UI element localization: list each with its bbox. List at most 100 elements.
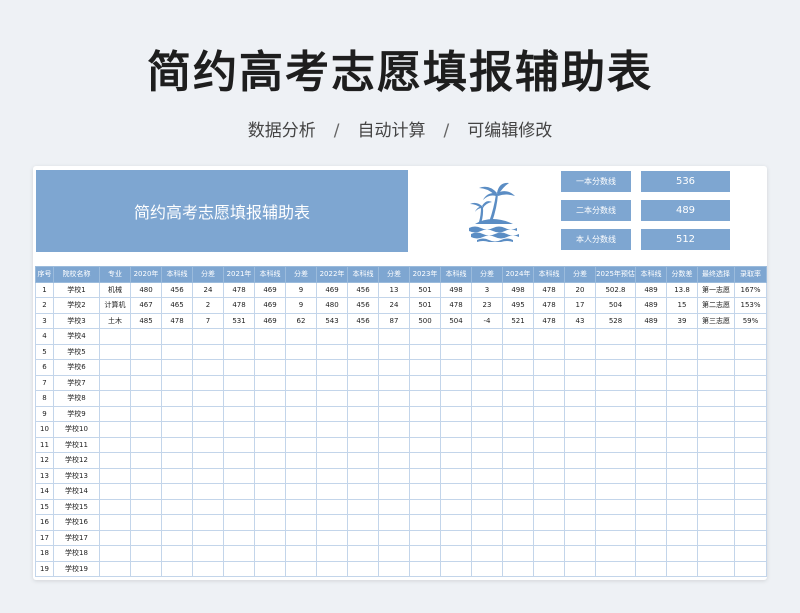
table-cell[interactable] <box>734 545 767 562</box>
table-cell[interactable] <box>316 467 348 484</box>
table-cell[interactable] <box>564 498 596 515</box>
table-cell[interactable]: 机械 <box>99 281 131 298</box>
table-cell[interactable] <box>666 467 698 484</box>
table-cell[interactable]: 531 <box>223 312 255 329</box>
table-cell[interactable] <box>254 545 286 562</box>
table-cell[interactable] <box>378 514 410 531</box>
table-cell[interactable]: 学校19 <box>53 560 100 577</box>
table-cell[interactable] <box>697 452 735 469</box>
table-cell[interactable]: 20 <box>564 281 596 298</box>
table-cell[interactable]: 489 <box>635 281 667 298</box>
table-cell[interactable] <box>347 452 379 469</box>
table-cell[interactable]: 17 <box>564 297 596 314</box>
table-cell[interactable]: 528 <box>595 312 636 329</box>
table-cell[interactable] <box>533 529 565 546</box>
table-cell[interactable] <box>254 359 286 376</box>
table-cell[interactable] <box>130 452 162 469</box>
table-cell[interactable] <box>471 405 503 422</box>
table-cell[interactable]: 489 <box>635 297 667 314</box>
table-cell[interactable] <box>223 545 255 562</box>
table-cell[interactable]: 480 <box>130 281 162 298</box>
score-label-personal[interactable]: 本人分数线 <box>561 229 631 250</box>
table-cell[interactable] <box>595 498 636 515</box>
table-cell[interactable] <box>223 514 255 531</box>
table-cell[interactable] <box>378 560 410 577</box>
table-cell[interactable] <box>378 421 410 438</box>
table-cell[interactable] <box>595 343 636 360</box>
table-cell[interactable] <box>734 390 767 407</box>
table-cell[interactable] <box>130 529 162 546</box>
column-header[interactable]: 分差 <box>192 266 224 283</box>
table-cell[interactable] <box>697 390 735 407</box>
table-cell[interactable] <box>223 498 255 515</box>
score-value-personal[interactable]: 512 <box>641 229 730 250</box>
table-cell[interactable]: 469 <box>316 281 348 298</box>
table-cell[interactable] <box>734 452 767 469</box>
table-cell[interactable] <box>409 452 441 469</box>
table-cell[interactable] <box>440 390 472 407</box>
table-cell[interactable] <box>347 529 379 546</box>
table-cell[interactable] <box>161 483 193 500</box>
table-cell[interactable]: 17 <box>35 529 54 546</box>
table-cell[interactable] <box>223 374 255 391</box>
table-cell[interactable] <box>409 374 441 391</box>
table-cell[interactable] <box>734 560 767 577</box>
table-cell[interactable] <box>595 467 636 484</box>
table-cell[interactable]: 469 <box>254 312 286 329</box>
table-cell[interactable] <box>192 452 224 469</box>
table-cell[interactable] <box>347 343 379 360</box>
table-cell[interactable]: 456 <box>347 281 379 298</box>
table-cell[interactable] <box>734 359 767 376</box>
table-cell[interactable] <box>192 498 224 515</box>
table-cell[interactable]: 521 <box>502 312 534 329</box>
table-cell[interactable] <box>734 374 767 391</box>
table-cell[interactable] <box>502 514 534 531</box>
table-cell[interactable] <box>471 467 503 484</box>
table-cell[interactable] <box>697 436 735 453</box>
table-cell[interactable]: 478 <box>161 312 193 329</box>
table-cell[interactable]: 第二志愿 <box>697 297 735 314</box>
table-cell[interactable] <box>285 467 317 484</box>
table-cell[interactable] <box>595 421 636 438</box>
table-cell[interactable] <box>734 436 767 453</box>
table-cell[interactable] <box>502 467 534 484</box>
table-cell[interactable] <box>666 343 698 360</box>
table-cell[interactable] <box>378 545 410 562</box>
table-cell[interactable] <box>161 421 193 438</box>
table-cell[interactable] <box>409 545 441 562</box>
table-cell[interactable] <box>192 467 224 484</box>
table-cell[interactable] <box>99 436 131 453</box>
table-cell[interactable] <box>697 421 735 438</box>
table-cell[interactable]: 478 <box>223 281 255 298</box>
column-header[interactable]: 分差 <box>378 266 410 283</box>
table-cell[interactable] <box>254 328 286 345</box>
table-cell[interactable]: 6 <box>35 359 54 376</box>
table-cell[interactable] <box>533 514 565 531</box>
table-cell[interactable] <box>440 514 472 531</box>
table-cell[interactable] <box>409 498 441 515</box>
table-cell[interactable] <box>316 529 348 546</box>
table-cell[interactable] <box>316 498 348 515</box>
table-cell[interactable] <box>502 483 534 500</box>
table-cell[interactable] <box>192 436 224 453</box>
table-cell[interactable]: 478 <box>223 297 255 314</box>
column-header[interactable]: 分差 <box>285 266 317 283</box>
table-cell[interactable] <box>533 390 565 407</box>
table-cell[interactable] <box>666 421 698 438</box>
table-cell[interactable] <box>635 359 667 376</box>
table-cell[interactable] <box>161 452 193 469</box>
score-label-first[interactable]: 一本分数线 <box>561 171 631 192</box>
table-cell[interactable] <box>635 483 667 500</box>
column-header[interactable]: 本科线 <box>347 266 379 283</box>
table-cell[interactable] <box>697 467 735 484</box>
table-cell[interactable] <box>666 514 698 531</box>
table-cell[interactable]: 9 <box>35 405 54 422</box>
table-cell[interactable] <box>254 405 286 422</box>
table-cell[interactable] <box>223 452 255 469</box>
table-cell[interactable] <box>99 545 131 562</box>
table-cell[interactable]: 计算机 <box>99 297 131 314</box>
table-cell[interactable]: 土木 <box>99 312 131 329</box>
table-cell[interactable]: 467 <box>130 297 162 314</box>
table-cell[interactable] <box>285 436 317 453</box>
table-cell[interactable] <box>161 498 193 515</box>
